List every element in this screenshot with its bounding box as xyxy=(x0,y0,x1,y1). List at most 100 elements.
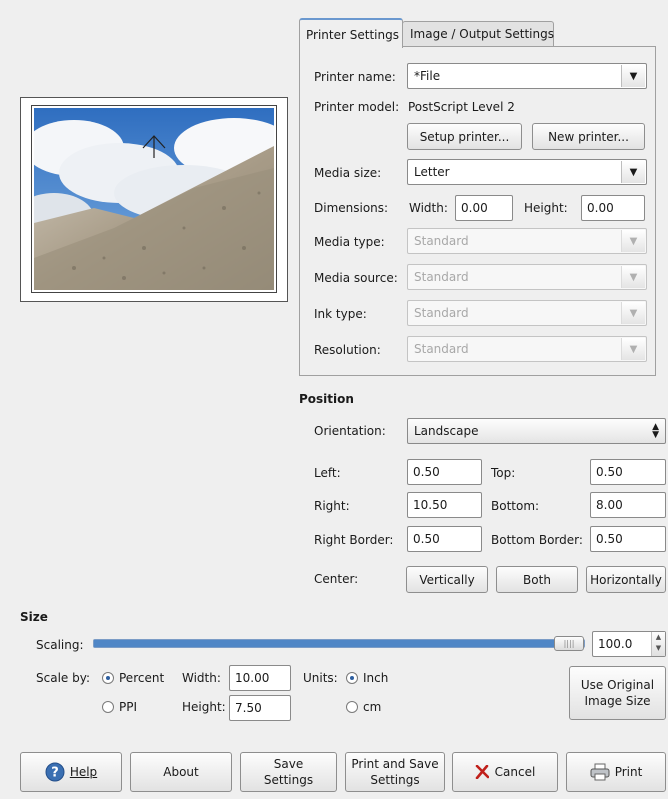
orientation-select[interactable]: Landscape ▲ ▼ xyxy=(407,418,666,444)
save-settings-button[interactable]: Save Settings xyxy=(240,752,337,792)
cm-radio-label: cm xyxy=(363,700,382,714)
new-printer-button[interactable]: New printer... xyxy=(532,123,645,150)
cm-radio[interactable]: cm xyxy=(346,699,381,715)
right-border-label: Right Border: xyxy=(314,533,394,547)
media-source-combo[interactable]: Standard ▼ xyxy=(407,264,647,290)
size-height-input[interactable]: 7.50 xyxy=(229,695,291,721)
printer-name-value: *File xyxy=(414,69,441,83)
inch-radio-label: Inch xyxy=(363,671,389,685)
position-section-title: Position xyxy=(299,392,354,406)
center-vertically-label: Vertically xyxy=(419,572,475,587)
center-horizontally-label: Horizontally xyxy=(590,572,662,587)
right-input[interactable]: 10.50 xyxy=(407,492,482,518)
save-settings-label: Save Settings xyxy=(263,757,314,787)
printer-name-combo[interactable]: *File ▼ xyxy=(407,63,647,89)
media-size-label: Media size: xyxy=(314,166,382,180)
resolution-label: Resolution: xyxy=(314,343,381,357)
center-vertically-button[interactable]: Vertically xyxy=(406,566,488,593)
about-label: About xyxy=(163,765,199,779)
bottom-input[interactable]: 8.00 xyxy=(590,492,666,518)
print-label: Print xyxy=(614,765,643,779)
right-border-input[interactable]: 0.50 xyxy=(407,526,482,552)
media-size-value: Letter xyxy=(414,165,450,179)
units-label: Units: xyxy=(303,671,338,685)
scaling-slider-fill xyxy=(94,640,569,647)
cancel-label: Cancel xyxy=(494,765,536,779)
media-type-label: Media type: xyxy=(314,235,385,249)
inch-radio-dot xyxy=(346,672,358,684)
inch-radio[interactable]: Inch xyxy=(346,670,388,686)
top-input[interactable]: 0.50 xyxy=(590,459,666,485)
media-source-label: Media source: xyxy=(314,271,398,285)
chevron-down-icon: ▼ xyxy=(621,161,645,183)
help-button[interactable]: ? Help xyxy=(20,752,122,792)
media-size-combo[interactable]: Letter ▼ xyxy=(407,159,647,185)
setup-printer-button[interactable]: Setup printer... xyxy=(407,123,522,150)
ink-type-label: Ink type: xyxy=(314,307,367,321)
ppi-radio-dot xyxy=(102,701,114,713)
printer-name-label: Printer name: xyxy=(314,70,396,84)
setup-printer-label: Setup printer... xyxy=(419,129,510,144)
chevron-down-icon: ▼ xyxy=(621,302,645,324)
bottom-border-input[interactable]: 0.50 xyxy=(590,526,666,552)
percent-radio[interactable]: Percent xyxy=(102,670,164,686)
ppi-radio-label: PPI xyxy=(119,700,138,714)
resolution-value: Standard xyxy=(414,342,469,356)
scaling-slider[interactable]: |||| xyxy=(93,636,585,651)
size-width-input[interactable]: 10.00 xyxy=(229,665,291,691)
chevron-down-icon: ▼ xyxy=(621,266,645,288)
center-label: Center: xyxy=(314,572,359,586)
top-label: Top: xyxy=(491,466,516,480)
size-height-label: Height: xyxy=(182,700,226,714)
dimensions-width-label: Width: xyxy=(409,201,448,215)
scaling-label: Scaling: xyxy=(36,638,84,652)
preview-image xyxy=(34,108,274,290)
tab-printer-settings[interactable]: Printer Settings xyxy=(299,18,403,48)
dimensions-height-input[interactable]: 0.00 xyxy=(581,195,645,221)
bottom-border-label: Bottom Border: xyxy=(491,533,583,547)
new-printer-label: New printer... xyxy=(548,129,629,144)
scaling-spinbox[interactable]: 100.0 ▲ ▼ xyxy=(592,631,666,657)
tab-image-output-settings[interactable]: Image / Output Settings xyxy=(402,21,554,46)
use-original-size-label: Use Original Image Size xyxy=(580,678,655,708)
dimensions-width-input[interactable]: 0.00 xyxy=(455,195,513,221)
center-both-label: Both xyxy=(523,572,551,587)
right-label: Right: xyxy=(314,499,350,513)
help-label: Help xyxy=(69,765,98,779)
about-button[interactable]: About xyxy=(130,752,232,792)
chevron-down-icon: ▼ xyxy=(621,338,645,360)
cm-radio-dot xyxy=(346,701,358,713)
resolution-combo[interactable]: Standard ▼ xyxy=(407,336,647,362)
tab-printer-settings-label: Printer Settings xyxy=(306,28,399,42)
percent-radio-dot xyxy=(102,672,114,684)
help-icon: ? xyxy=(45,762,65,782)
use-original-size-button[interactable]: Use Original Image Size xyxy=(569,666,666,720)
ink-type-value: Standard xyxy=(414,306,469,320)
orientation-label: Orientation: xyxy=(314,424,386,438)
spin-arrows-icon[interactable]: ▲ ▼ xyxy=(651,632,665,656)
scaling-slider-handle[interactable]: |||| xyxy=(554,636,584,651)
left-input[interactable]: 0.50 xyxy=(407,459,482,485)
orientation-value: Landscape xyxy=(414,424,479,438)
cancel-button[interactable]: Cancel xyxy=(452,752,558,792)
media-type-combo[interactable]: Standard ▼ xyxy=(407,228,647,254)
size-width-label: Width: xyxy=(182,671,221,685)
chevron-down-icon: ▼ xyxy=(621,230,645,252)
cancel-x-icon xyxy=(475,765,489,779)
center-horizontally-button[interactable]: Horizontally xyxy=(586,566,666,593)
print-and-save-button[interactable]: Print and Save Settings xyxy=(345,752,445,792)
printer-icon xyxy=(590,763,610,781)
up-down-arrows-icon: ▲ ▼ xyxy=(652,422,659,440)
ppi-radio[interactable]: PPI xyxy=(102,699,137,715)
size-section-title: Size xyxy=(20,610,48,624)
bottom-label: Bottom: xyxy=(491,499,540,513)
chevron-down-icon: ▼ xyxy=(621,65,645,87)
center-both-button[interactable]: Both xyxy=(496,566,578,593)
print-preview[interactable] xyxy=(20,97,288,302)
media-type-value: Standard xyxy=(414,234,469,248)
print-and-save-label: Print and Save Settings xyxy=(351,757,439,787)
print-button[interactable]: Print xyxy=(566,752,666,792)
svg-text:?: ? xyxy=(51,766,59,781)
ink-type-combo[interactable]: Standard ▼ xyxy=(407,300,647,326)
scale-by-label: Scale by: xyxy=(36,671,90,685)
